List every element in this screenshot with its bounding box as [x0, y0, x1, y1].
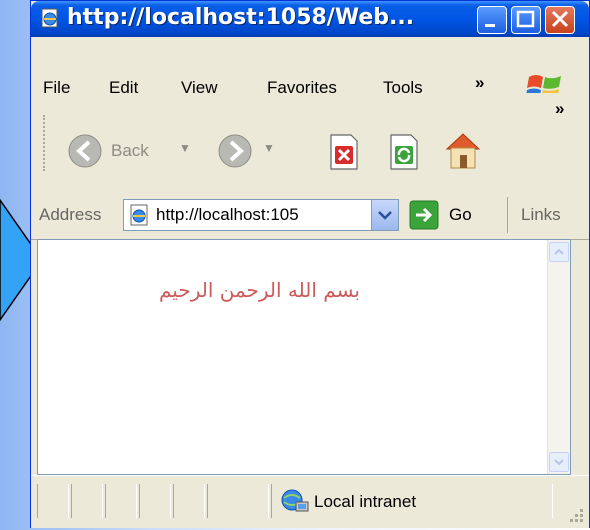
- refresh-icon[interactable]: [387, 133, 421, 171]
- close-icon: [551, 10, 569, 28]
- ie-page-icon: [130, 204, 148, 226]
- address-value: http://localhost:105: [156, 205, 299, 224]
- chevron-down-icon: [554, 459, 564, 466]
- bismillah-text: بسم الله الرحمن الرحيم: [158, 278, 360, 302]
- forward-arrow-icon: [218, 134, 252, 168]
- browser-window: http://localhost:1058/Web... File Edit V…: [30, 0, 590, 528]
- status-cell: [105, 484, 137, 518]
- back-arrow-icon: [68, 134, 102, 168]
- menu-bar: File Edit View Favorites Tools »: [31, 37, 589, 102]
- title-bar[interactable]: http://localhost:1058/Web...: [31, 1, 589, 37]
- status-cell: [37, 484, 69, 518]
- go-label: Go: [449, 205, 472, 224]
- home-icon[interactable]: [441, 129, 485, 171]
- zone-label: Local intranet: [314, 492, 417, 511]
- status-cell: [207, 484, 269, 518]
- forward-button[interactable]: ▼: [217, 129, 287, 173]
- stop-icon[interactable]: [327, 133, 361, 171]
- address-separator: [507, 197, 508, 233]
- vertical-scrollbar[interactable]: [547, 240, 570, 474]
- scroll-down-button[interactable]: [549, 452, 569, 472]
- back-label: Back: [111, 141, 149, 160]
- address-dropdown-button[interactable]: [371, 200, 398, 230]
- address-input[interactable]: http://localhost:105: [123, 199, 399, 231]
- address-label: Address: [39, 205, 102, 224]
- back-button[interactable]: Back ▼: [67, 129, 197, 173]
- resize-grip-icon[interactable]: [565, 504, 585, 524]
- toolbar-grip[interactable]: [43, 115, 51, 171]
- minimize-icon: [485, 24, 495, 27]
- links-label[interactable]: Links: [521, 205, 561, 225]
- page-content: بسم الله الرحمن الرحيم: [37, 239, 571, 475]
- scroll-up-button[interactable]: [549, 242, 569, 262]
- chevron-down-icon: [378, 211, 392, 220]
- status-zone-cell: Local intranet: [271, 484, 553, 518]
- menu-overflow-chevron[interactable]: »: [475, 73, 484, 93]
- maximize-icon: [516, 10, 535, 28]
- close-button[interactable]: [545, 6, 575, 34]
- local-intranet-icon: [281, 489, 309, 512]
- status-cell: [71, 484, 103, 518]
- chevron-up-icon: [554, 248, 564, 255]
- address-bar: Address http://localhost:105 Go Links: [31, 191, 589, 240]
- window-title: http://localhost:1058/Web...: [67, 5, 415, 30]
- status-cell: [173, 484, 205, 518]
- maximize-button[interactable]: [511, 6, 541, 34]
- forward-dropdown-icon[interactable]: ▼: [263, 141, 275, 155]
- status-cell: [139, 484, 171, 518]
- toolbar-overflow-chevron[interactable]: »: [555, 99, 564, 119]
- ie-page-icon: [41, 8, 58, 28]
- go-button[interactable]: Go: [409, 199, 483, 231]
- back-dropdown-icon[interactable]: ▼: [179, 141, 191, 155]
- go-arrow-icon: [409, 200, 439, 230]
- minimize-button[interactable]: [477, 6, 507, 34]
- standard-toolbar: Back ▼ ▼ »: [31, 93, 589, 192]
- status-bar: Local intranet: [31, 475, 589, 528]
